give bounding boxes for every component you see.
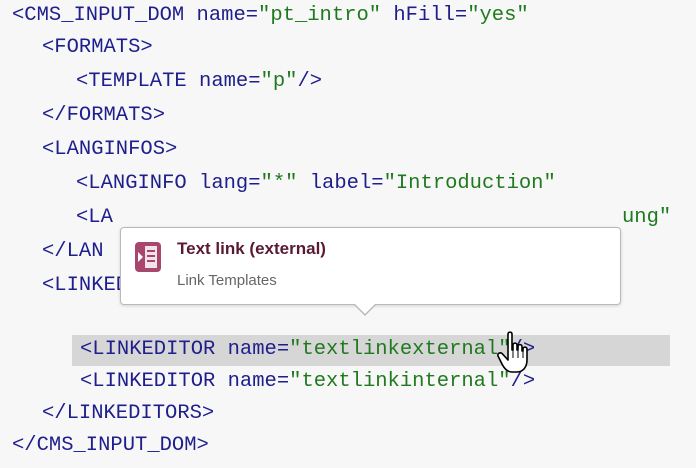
code-line: </FORMATS> (42, 104, 166, 127)
code-line: <LINKEDITOR name="textlinkinternal"/> (80, 370, 536, 393)
code-line: </CMS_INPUT_DOM> (12, 434, 209, 457)
link-template-icon (135, 242, 161, 272)
code-line: <LANGINFOS> (42, 138, 178, 161)
code-line: <TEMPLATE name="p"/> (76, 70, 323, 93)
code-line-selected[interactable]: <LINKEDITOR name="textlinkexternal"/> (80, 334, 535, 366)
code-line: <LA (76, 206, 113, 229)
code-line: <CMS_INPUT_DOM name="pt_intro" hFill="ye… (12, 4, 529, 27)
tooltip-title: Text link (external) (177, 239, 326, 258)
tooltip-subtitle: Link Templates (177, 272, 277, 289)
code-line: </LINKEDITORS> (42, 402, 215, 425)
code-line: <LANGINFO lang="*" label="Introduction" (76, 172, 556, 195)
link-template-tooltip: Text link (external) Link Templates (120, 227, 621, 316)
code-line: </LAN (42, 240, 104, 263)
code-line-tail: ung" (622, 206, 672, 229)
hand-pointer-icon (497, 331, 528, 373)
code-line: <FORMATS> (42, 36, 153, 59)
